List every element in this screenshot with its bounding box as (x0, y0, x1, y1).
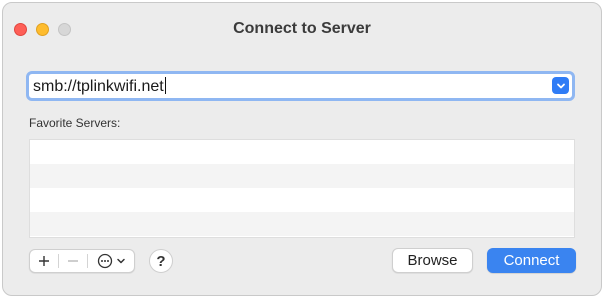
browse-button[interactable]: Browse (392, 248, 473, 273)
add-favorite-button[interactable] (30, 250, 58, 272)
server-address-value[interactable]: smb://tplinkwifi.net (33, 77, 166, 96)
list-item (30, 212, 574, 236)
recent-servers-dropdown-button[interactable] (552, 77, 569, 94)
list-item (30, 164, 574, 188)
favorite-servers-label: Favorite Servers: (29, 116, 121, 130)
help-button[interactable]: ? (149, 249, 173, 273)
plus-icon (39, 256, 49, 266)
list-item (30, 188, 574, 212)
ellipsis-circle-icon (97, 253, 112, 269)
chevron-down-icon (116, 258, 125, 264)
favorites-segmented-control (29, 249, 135, 273)
more-actions-button[interactable] (88, 250, 134, 272)
text-caret (164, 77, 166, 94)
connect-button[interactable]: Connect (487, 248, 576, 273)
favorite-servers-list[interactable] (29, 139, 575, 238)
server-address-field[interactable]: smb://tplinkwifi.net (26, 71, 575, 101)
chevron-down-icon (556, 83, 565, 88)
remove-favorite-button (59, 250, 87, 272)
connect-button-label: Connect (503, 252, 560, 269)
browse-button-label: Browse (407, 252, 458, 269)
connect-to-server-window: Connect to Server smb://tplinkwifi.net F… (2, 2, 602, 296)
window-title: Connect to Server (233, 20, 371, 37)
minus-icon (68, 260, 78, 262)
title-bar: Connect to Server (3, 3, 601, 55)
list-item (30, 140, 574, 164)
